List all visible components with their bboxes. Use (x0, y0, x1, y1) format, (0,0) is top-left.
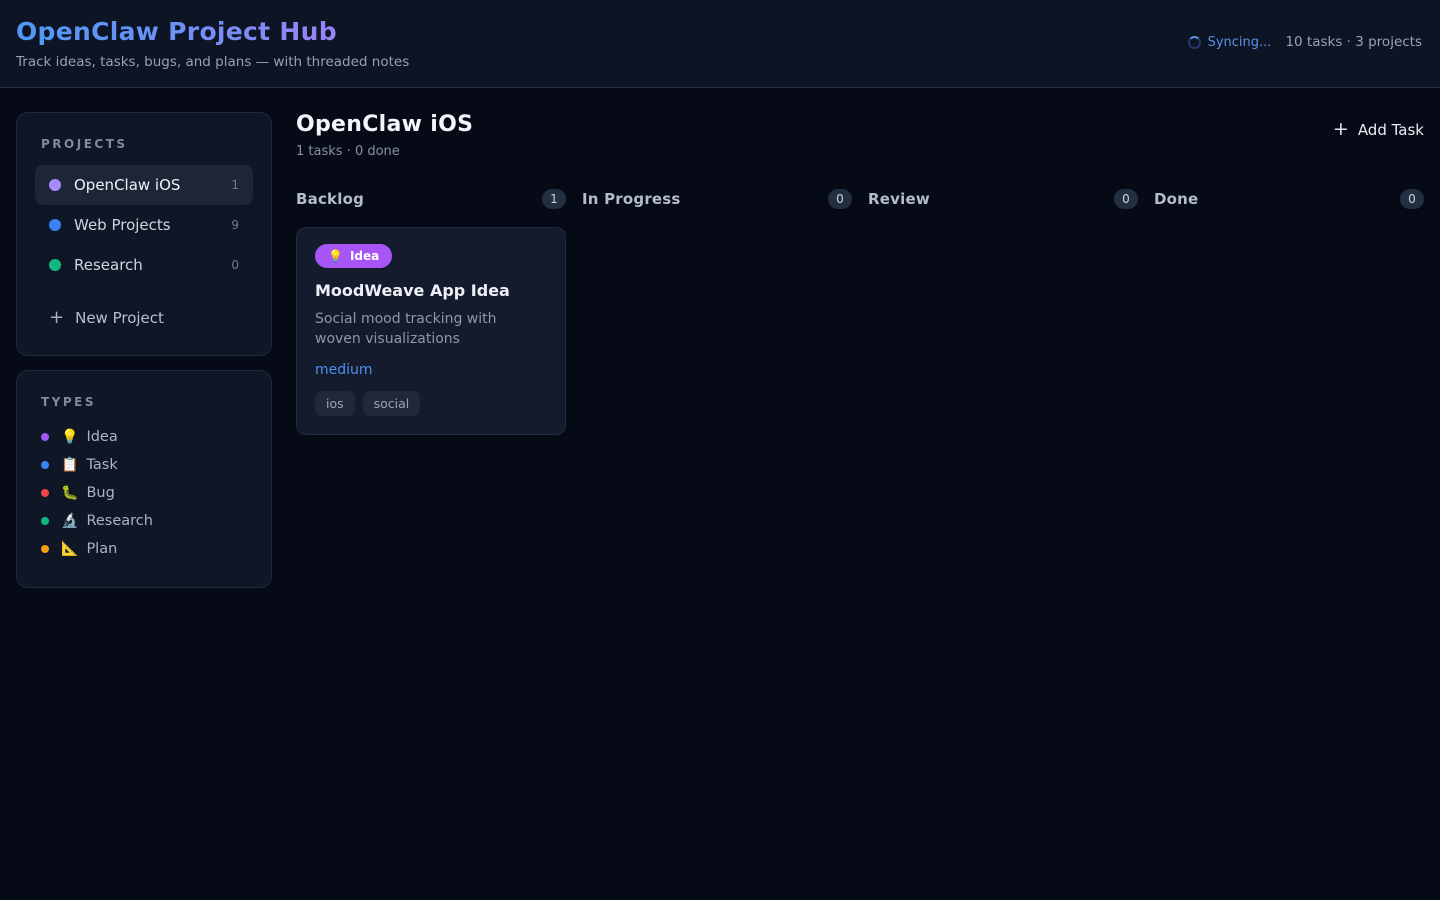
column-header: Backlog 1 (296, 189, 566, 209)
global-stats: 10 tasks · 3 projects (1285, 34, 1422, 50)
sync-status-label: Syncing... (1208, 35, 1272, 50)
card-tags: ios social (315, 391, 547, 416)
column-done: Done 0 (1154, 189, 1424, 435)
sidebar-item-openclaw-ios[interactable]: OpenClaw iOS 1 (35, 165, 253, 205)
column-name: Review (868, 190, 930, 208)
new-project-label: New Project (75, 309, 164, 327)
board-title: OpenClaw iOS (296, 112, 473, 137)
type-item-bug[interactable]: 🐛 Bug (41, 479, 247, 507)
sidebar: PROJECTS OpenClaw iOS 1 Web Projects 9 R… (16, 112, 272, 588)
task-card-moodweave[interactable]: 💡 Idea MoodWeave App Idea Social mood tr… (296, 227, 566, 435)
microscope-icon: 🔬 (61, 514, 78, 528)
column-backlog: Backlog 1 💡 Idea MoodWeave App Idea Soci… (296, 189, 566, 435)
board-header: OpenClaw iOS 1 tasks · 0 done + Add Task (296, 112, 1424, 159)
type-color-dot (41, 517, 49, 525)
type-label: Bug (86, 485, 114, 501)
card-description: Social mood tracking with woven visualiz… (315, 309, 535, 350)
sidebar-item-web-projects[interactable]: Web Projects 9 (35, 205, 253, 245)
project-color-dot (49, 259, 61, 271)
column-header: In Progress 0 (582, 189, 852, 209)
type-item-task[interactable]: 📋 Task (41, 451, 247, 479)
type-label: Task (86, 457, 117, 473)
kanban-columns: Backlog 1 💡 Idea MoodWeave App Idea Soci… (296, 189, 1424, 435)
projects-heading: PROJECTS (41, 137, 247, 151)
type-label: Research (86, 513, 153, 529)
plus-icon: + (1333, 120, 1349, 139)
type-item-research[interactable]: 🔬 Research (41, 507, 247, 535)
project-color-dot (49, 179, 61, 191)
type-color-dot (41, 433, 49, 441)
type-color-dot (41, 461, 49, 469)
card-type-label: Idea (350, 249, 379, 263)
content: PROJECTS OpenClaw iOS 1 Web Projects 9 R… (0, 88, 1440, 612)
project-count: 0 (231, 258, 239, 272)
column-header: Review 0 (868, 189, 1138, 209)
projects-panel: PROJECTS OpenClaw iOS 1 Web Projects 9 R… (16, 112, 272, 356)
types-heading: TYPES (41, 395, 247, 409)
new-project-button[interactable]: + New Project (41, 305, 247, 331)
type-label: Idea (86, 429, 117, 445)
lightbulb-icon: 💡 (328, 249, 343, 263)
app-subtitle: Track ideas, tasks, bugs, and plans — wi… (16, 54, 409, 70)
triangle-ruler-icon: 📐 (61, 542, 78, 556)
column-review: Review 0 (868, 189, 1138, 435)
add-task-button[interactable]: + Add Task (1333, 120, 1424, 139)
types-panel: TYPES 💡 Idea 📋 Task 🐛 Bug 🔬 Research (16, 370, 272, 588)
type-color-dot (41, 489, 49, 497)
column-name: Backlog (296, 190, 364, 208)
sync-spinner-icon (1188, 36, 1201, 49)
project-label: Research (74, 256, 143, 274)
column-count-badge: 1 (542, 189, 566, 209)
column-in-progress: In Progress 0 (582, 189, 852, 435)
project-label: OpenClaw iOS (74, 176, 180, 194)
tag-pill: ios (315, 391, 355, 416)
sidebar-item-research[interactable]: Research 0 (35, 245, 253, 285)
column-count-badge: 0 (828, 189, 852, 209)
type-color-dot (41, 545, 49, 553)
board-header-left: OpenClaw iOS 1 tasks · 0 done (296, 112, 473, 159)
column-name: Done (1154, 190, 1198, 208)
project-count: 1 (231, 178, 239, 192)
project-color-dot (49, 219, 61, 231)
app-header-left: OpenClaw Project Hub Track ideas, tasks,… (16, 18, 409, 70)
app-header: OpenClaw Project Hub Track ideas, tasks,… (0, 0, 1440, 88)
card-type-badge: 💡 Idea (315, 244, 392, 268)
board-main: OpenClaw iOS 1 tasks · 0 done + Add Task… (296, 112, 1424, 588)
lightbulb-icon: 💡 (61, 430, 78, 444)
column-name: In Progress (582, 190, 681, 208)
type-item-plan[interactable]: 📐 Plan (41, 535, 247, 563)
board-subtitle: 1 tasks · 0 done (296, 144, 473, 159)
project-label: Web Projects (74, 216, 171, 234)
add-task-label: Add Task (1358, 121, 1424, 139)
column-count-badge: 0 (1400, 189, 1424, 209)
column-header: Done 0 (1154, 189, 1424, 209)
card-priority: medium (315, 362, 547, 378)
sync-status: Syncing... (1188, 35, 1272, 50)
type-item-idea[interactable]: 💡 Idea (41, 423, 247, 451)
card-title: MoodWeave App Idea (315, 281, 547, 300)
project-count: 9 (231, 218, 239, 232)
tag-pill: social (363, 391, 421, 416)
app-title: OpenClaw Project Hub (16, 18, 409, 47)
plus-icon: + (49, 309, 64, 327)
clipboard-icon: 📋 (61, 458, 78, 472)
header-status-area: Syncing... 10 tasks · 3 projects (1188, 34, 1424, 50)
column-count-badge: 0 (1114, 189, 1138, 209)
bug-icon: 🐛 (61, 486, 78, 500)
type-label: Plan (86, 541, 117, 557)
